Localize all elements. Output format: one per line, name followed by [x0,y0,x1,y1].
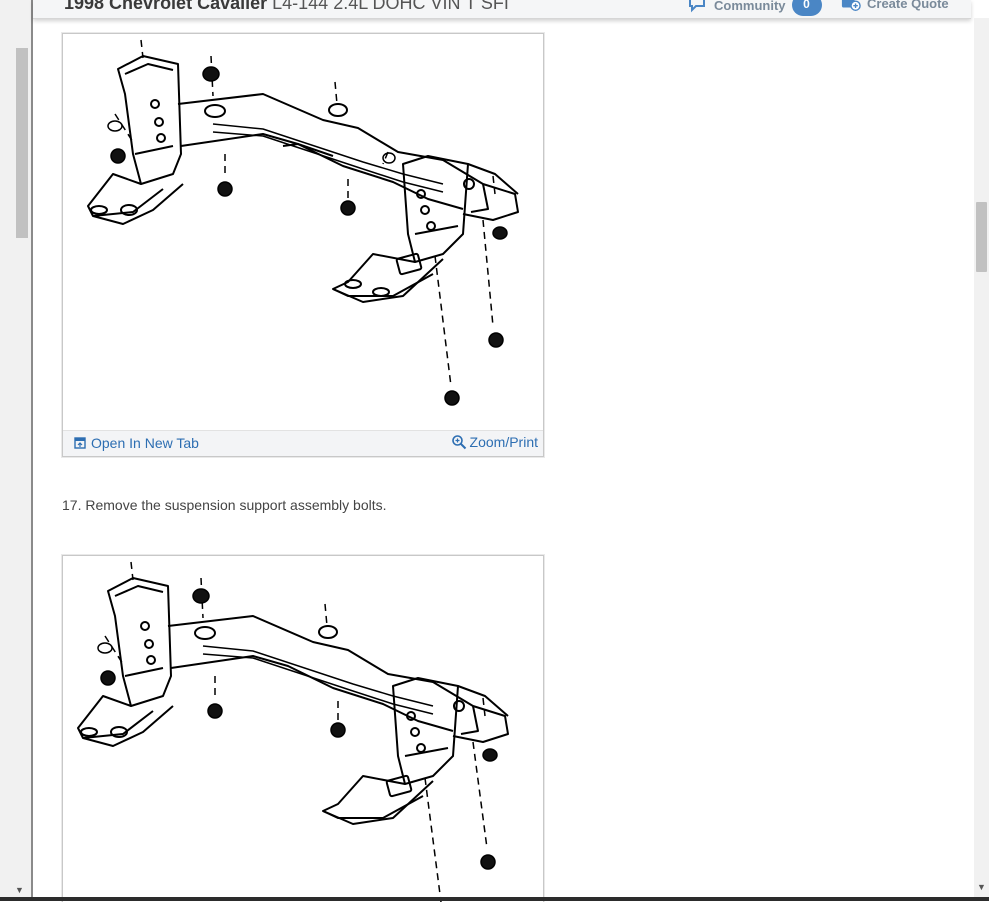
figure1-toolbar: Open In New Tab Zoom/Print [63,430,543,456]
page-header: 1998 Chevrolet Cavalier L4-144 2.4L DOHC… [33,0,971,19]
suspension-support-diagram [87,39,519,406]
content-scrollbar[interactable]: ▼ [974,18,989,898]
open-in-new-tab-label: Open In New Tab [91,435,199,451]
figure-suspension-support-2 [62,555,544,902]
community-label: Community [714,0,786,13]
outer-scrollbar-thumb[interactable] [16,48,28,238]
frame-divider [31,0,33,901]
add-quote-icon [841,0,861,11]
content-scroll-down-arrow-icon[interactable]: ▼ [977,883,986,892]
comment-icon [689,0,705,13]
outer-scrollbar[interactable]: ▼ [0,0,31,901]
content-scrollbar-thumb[interactable] [976,202,987,272]
community-count-badge: 0 [791,0,822,16]
outer-scroll-down-arrow-icon[interactable]: ▼ [15,886,24,895]
create-quote-button[interactable]: Create Quote [841,0,949,12]
create-quote-label: Create Quote [867,0,949,11]
suspension-support-diagram-2 [77,561,509,902]
community-button[interactable]: Community 0 [688,0,822,16]
zoom-print-link[interactable]: Zoom/Print [451,434,538,450]
figure-suspension-support-1: Open In New Tab Zoom/Print [62,33,544,457]
open-in-new-tab-link[interactable]: Open In New Tab [74,435,199,451]
step-17-text: 17. Remove the suspension support assemb… [62,497,387,513]
page-title: 1998 Chevrolet Cavalier L4-144 2.4L DOHC… [64,0,509,14]
engine-subtitle: L4-144 2.4L DOHC VIN T SFI [272,0,509,13]
vehicle-title: 1998 Chevrolet Cavalier [64,0,268,13]
open-tab-icon [74,437,86,449]
magnifier-icon [451,435,466,450]
zoom-print-label: Zoom/Print [469,434,538,450]
window-bottom-edge [0,897,989,901]
